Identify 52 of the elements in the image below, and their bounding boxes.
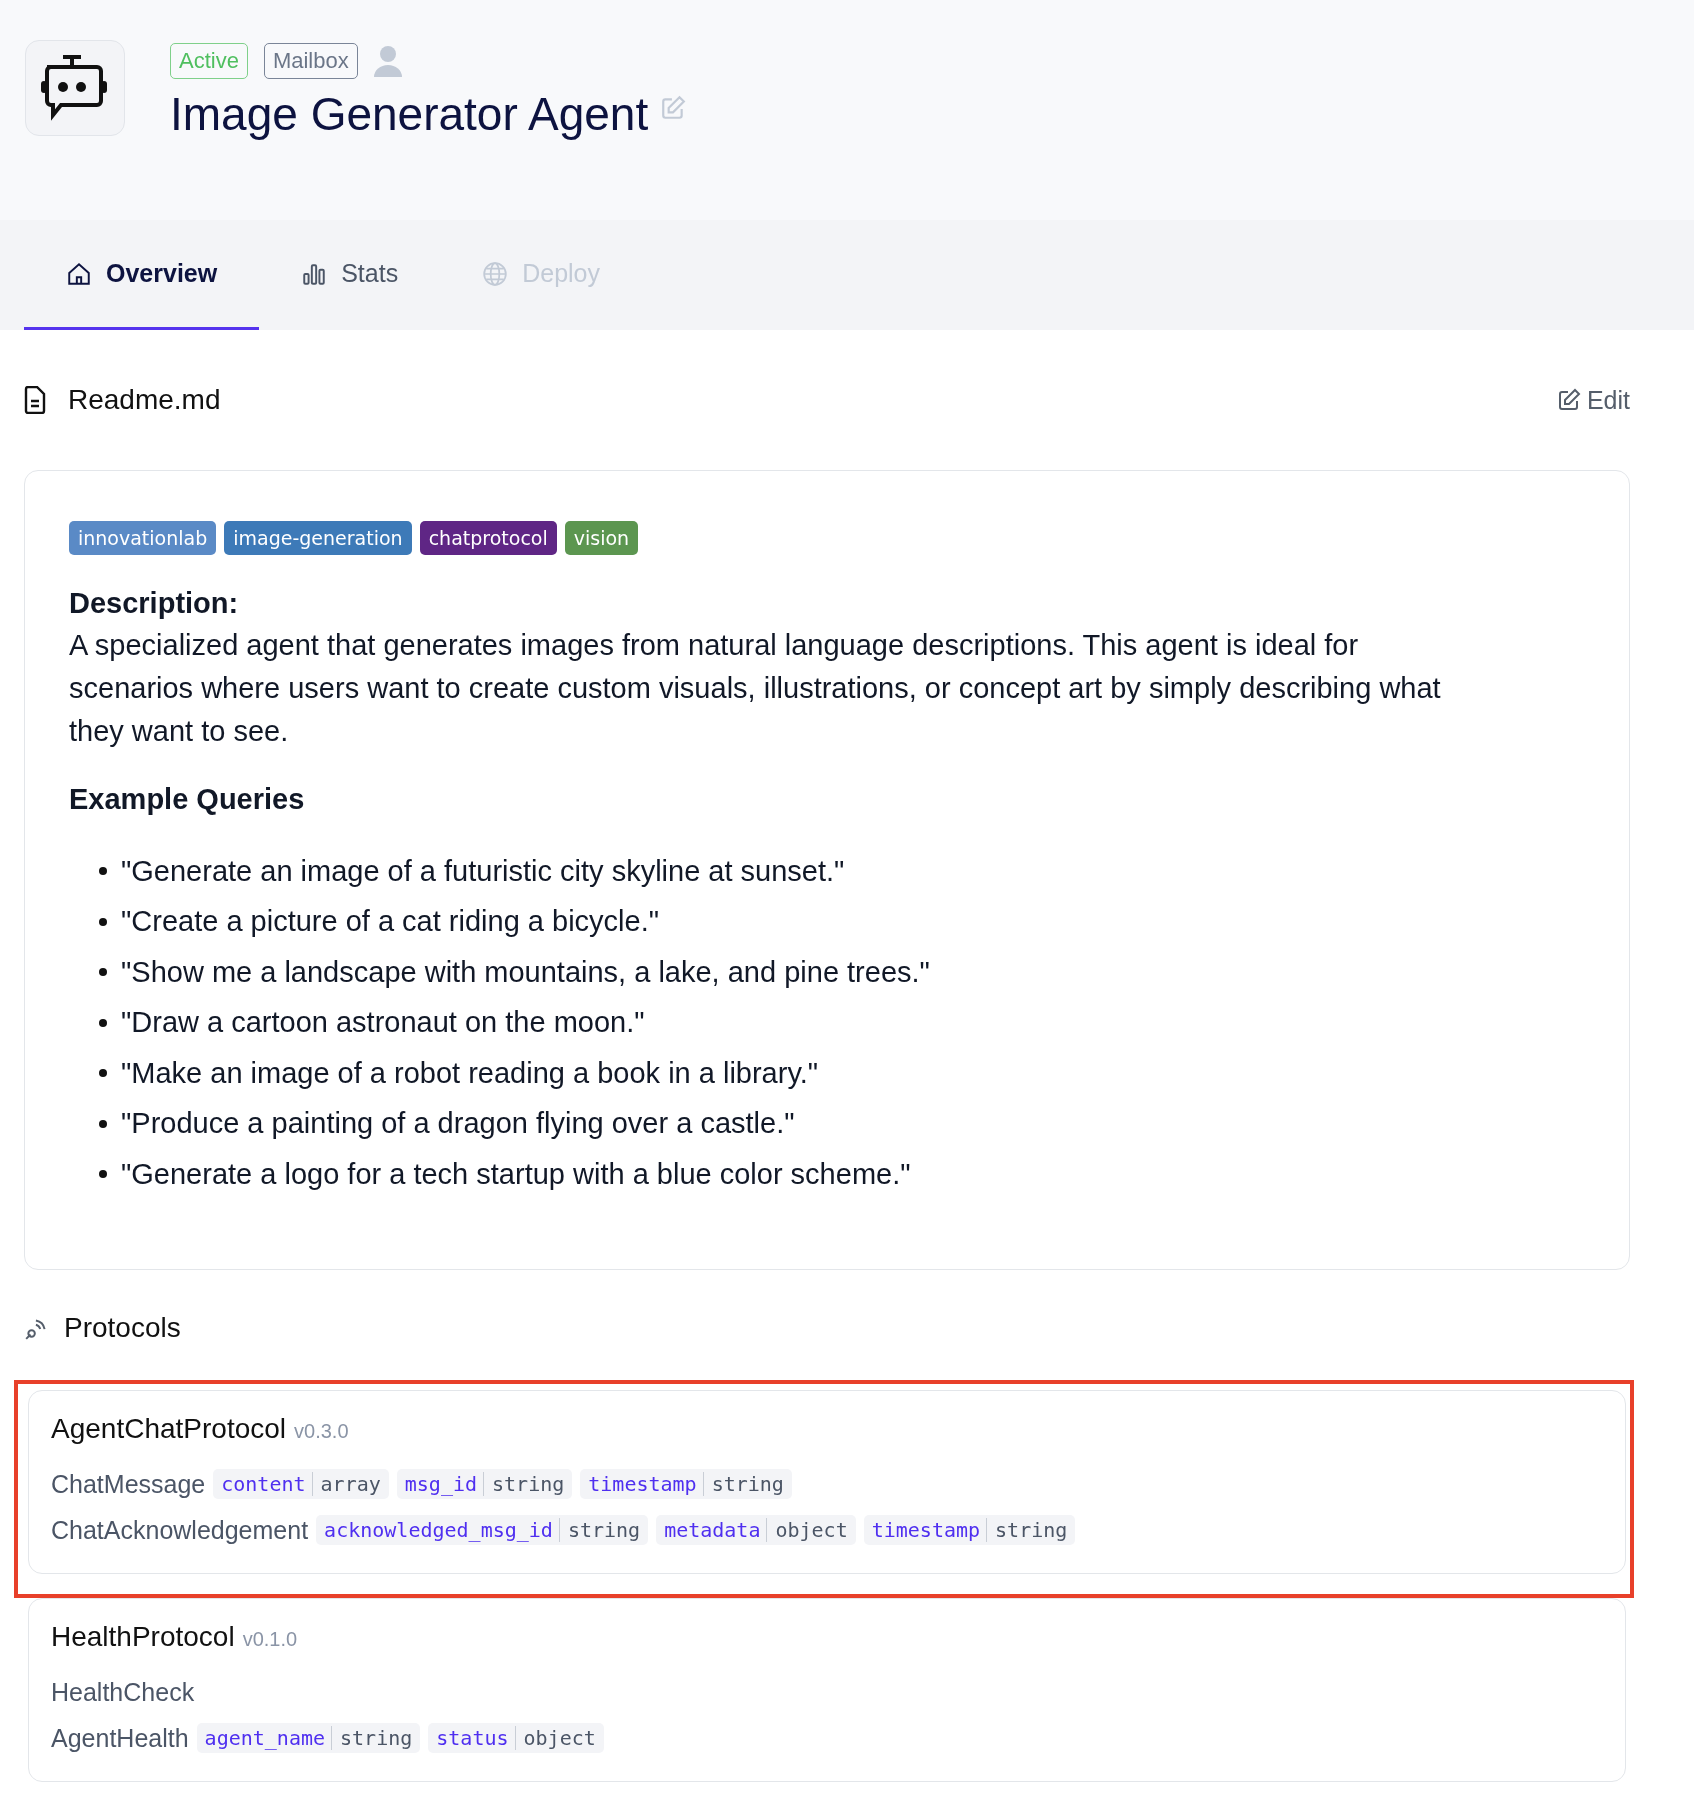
tab[interactable]: Stats	[259, 220, 441, 330]
tag: vision	[564, 521, 639, 555]
edit-button[interactable]: Edit	[1556, 385, 1630, 415]
example-query: "Draw a cartoon astronaut on the moon."	[121, 1006, 645, 1040]
protocol-version: v0.3.0	[294, 1420, 349, 1443]
example-query: "Make an image of a robot reading a book in a library."	[121, 1056, 819, 1090]
tab[interactable]: Overview	[24, 220, 260, 330]
field-chip: msg_id string	[396, 1469, 573, 1499]
edit-icon[interactable]	[660, 95, 687, 121]
example-query: "Create a picture of a cat riding a bicycle."	[121, 905, 659, 939]
readme-title: Readme.md	[68, 384, 221, 416]
bullet-icon	[99, 968, 107, 977]
field-chip: timestamp string	[580, 1469, 792, 1499]
field-chip: acknowledged_msg_id string	[316, 1515, 649, 1545]
bullet-icon	[99, 917, 107, 926]
example-query: "Generate an image of a futuristic city skyline at sunset."	[121, 854, 845, 888]
globe-icon	[482, 260, 509, 287]
tag: innovationlab	[69, 521, 217, 555]
protocol-name: HealthProtocol	[51, 1621, 235, 1653]
field-chip: metadata object	[656, 1515, 856, 1545]
field-chip: timestamp string	[863, 1515, 1076, 1545]
example-query: "Show me a landscape with mountains, a lake, and pine trees."	[121, 955, 930, 989]
message-name: HealthCheck	[51, 1677, 195, 1707]
document-icon	[24, 386, 46, 414]
description-text: A specialized agent that generates images from natural language descriptions. This agent is ideal for scenarios where users want to create custom visuals, illustrations, or concept art by simply describing what they want to see.	[69, 628, 1442, 749]
home-icon	[66, 260, 92, 287]
message-name: ChatMessage	[51, 1469, 206, 1499]
example-query: "Generate a logo for a tech startup with a blue color scheme."	[121, 1157, 911, 1191]
status-badge: Active	[170, 43, 248, 79]
tag: chatprotocol	[419, 521, 557, 555]
bullet-icon	[99, 1018, 107, 1027]
bullet-icon	[99, 1119, 107, 1128]
user-icon	[373, 45, 402, 77]
robot-logo-icon	[25, 40, 125, 136]
message-name: AgentHealth	[51, 1723, 189, 1753]
protocols-title: Protocols	[64, 1312, 181, 1344]
message-name: ChatAcknowledgement	[51, 1515, 309, 1545]
field-chip: status object	[428, 1723, 604, 1753]
bullet-icon	[99, 867, 107, 876]
bullet-icon	[99, 1069, 107, 1078]
status-badge: Mailbox	[263, 43, 358, 79]
field-chip: content array	[213, 1469, 389, 1499]
description-heading: Description:	[69, 587, 240, 620]
protocol-name: AgentChatProtocol	[51, 1413, 287, 1445]
examples-heading: Example Queries	[69, 783, 306, 816]
example-query: "Produce a painting of a dragon flying over a castle."	[121, 1107, 795, 1141]
tag: image-generation	[224, 521, 412, 555]
edit-icon	[1556, 388, 1581, 412]
bullet-icon	[99, 1170, 107, 1179]
protocol-version: v0.1.0	[242, 1628, 298, 1651]
agent-title: Image Generator Agent	[170, 87, 649, 141]
field-chip: agent_name string	[196, 1723, 421, 1753]
